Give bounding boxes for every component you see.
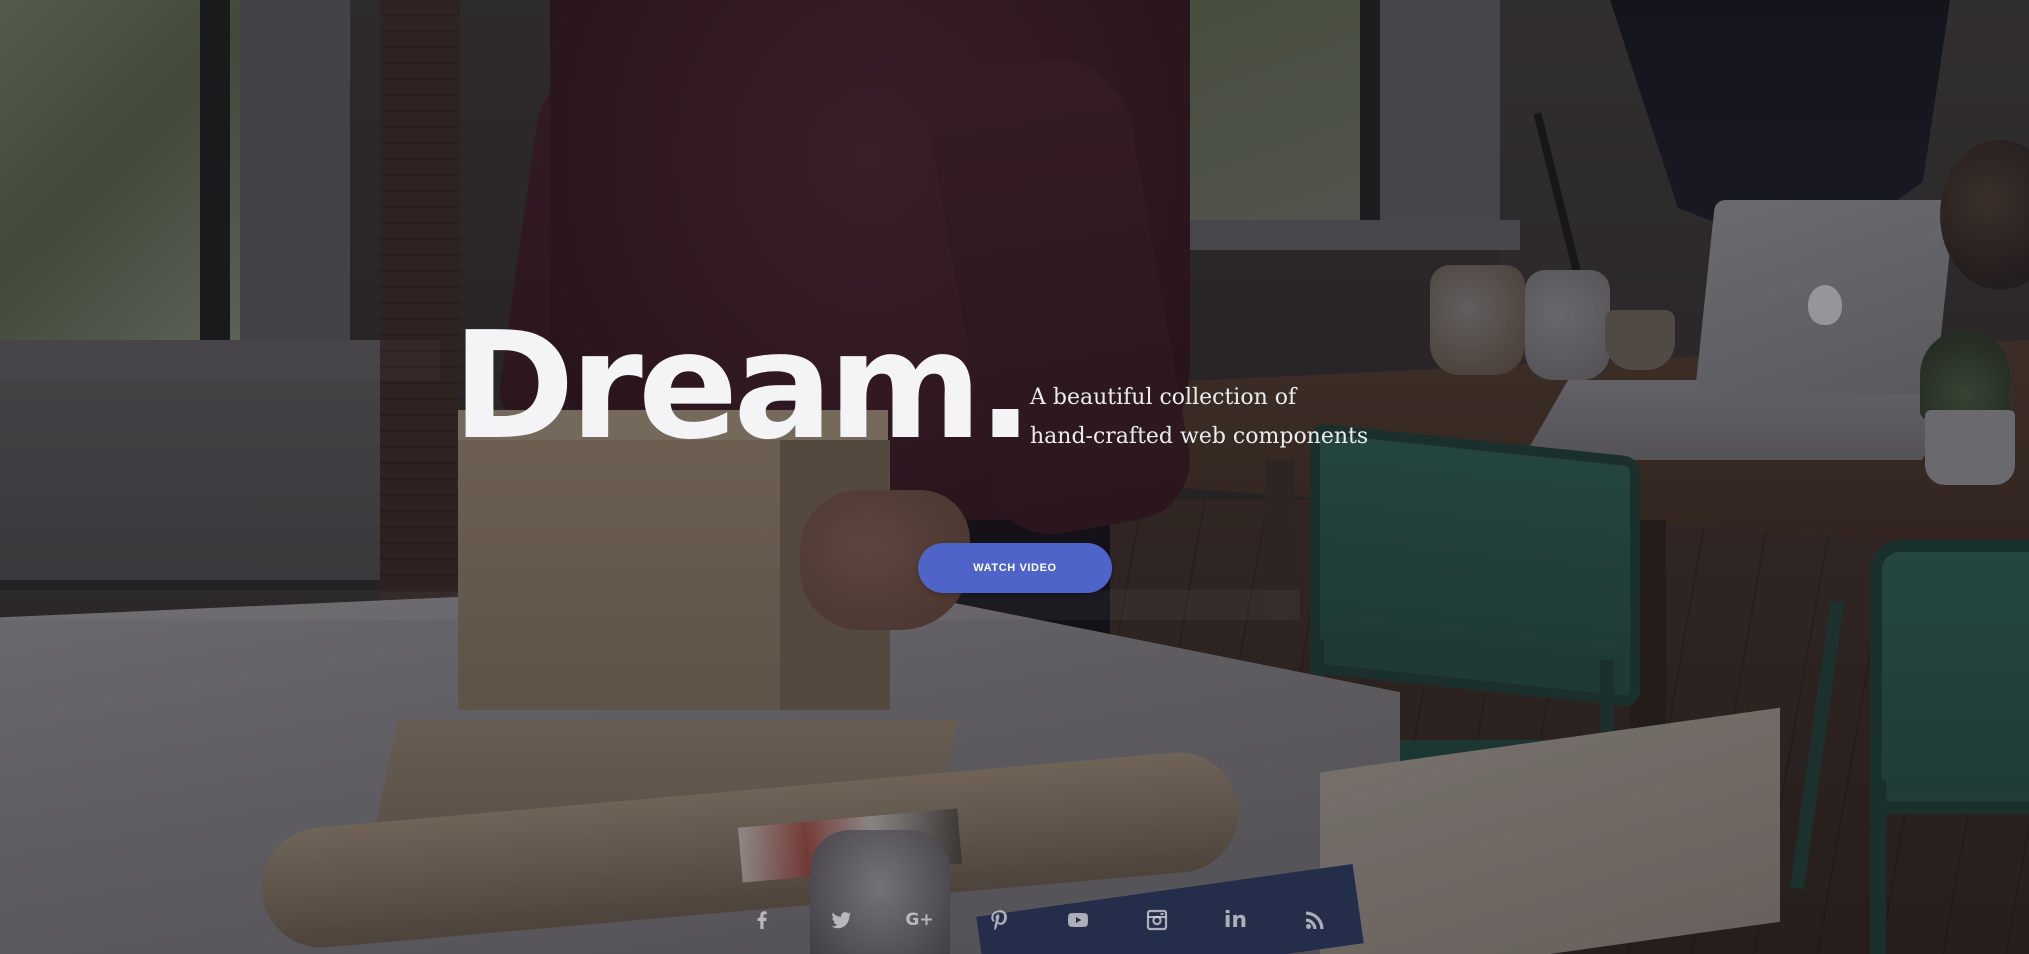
google-plus-link[interactable]: G+ — [880, 900, 959, 940]
twitter-link[interactable] — [801, 900, 880, 940]
linkedin-link[interactable]: in — [1196, 900, 1275, 940]
dark-overlay — [0, 0, 2029, 954]
instagram-link[interactable] — [1117, 900, 1196, 940]
pinterest-icon — [990, 910, 1007, 931]
instagram-icon — [1146, 909, 1167, 931]
hero-section: Dream. A beautiful collection of hand-cr… — [0, 0, 2029, 954]
hero-subtitle-line-1: A beautiful collection of — [1030, 385, 1297, 410]
youtube-icon — [1067, 913, 1088, 927]
hero-subtitle-line-2: hand-crafted web components — [1030, 424, 1369, 449]
hero-subtitle: A beautiful collection of hand-crafted w… — [1030, 378, 1450, 456]
facebook-icon — [757, 911, 767, 929]
hero-title: Dream. — [452, 300, 1034, 472]
youtube-link[interactable] — [1038, 900, 1117, 940]
twitter-icon — [830, 912, 851, 929]
pinterest-link[interactable] — [959, 900, 1038, 940]
linkedin-icon: in — [1223, 907, 1248, 933]
google-plus-icon: G+ — [905, 910, 934, 930]
watch-video-button[interactable]: WATCH VIDEO — [918, 543, 1112, 593]
facebook-link[interactable] — [722, 900, 801, 940]
social-links: G+ in — [722, 900, 1354, 940]
rss-link[interactable] — [1275, 900, 1354, 940]
rss-icon — [1305, 911, 1323, 929]
